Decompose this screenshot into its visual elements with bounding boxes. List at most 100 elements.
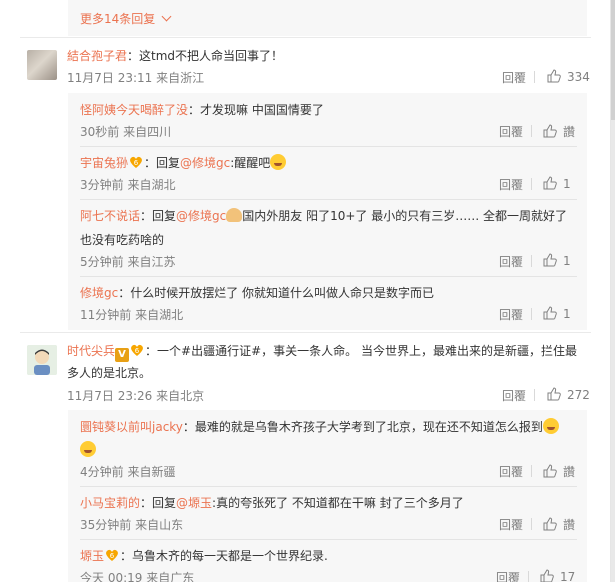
reply-button[interactable]: 回覆 — [499, 253, 523, 270]
hand-emoji-icon — [226, 208, 243, 222]
avatar[interactable] — [27, 345, 57, 375]
reply-content: 怪阿姨今天喝醉了没：才发现嘛 中国国情要了 — [80, 101, 324, 119]
mention-link[interactable]: @修境gc — [176, 209, 226, 223]
mention-link[interactable]: @修境gc — [180, 156, 230, 170]
thumbs-up-icon — [543, 464, 557, 478]
more-replies-link[interactable]: 更多14条回复 — [80, 10, 172, 27]
reply-content: 塬玉 6 ：乌鲁木齐的每一天都是一个世界纪录. — [80, 547, 328, 565]
divider — [80, 146, 577, 147]
comment-username[interactable]: 时代尖兵 — [67, 344, 115, 358]
divider — [80, 486, 577, 487]
reply-button[interactable]: 回覆 — [502, 387, 526, 404]
divider — [80, 276, 577, 277]
reply-content: 圜钝葵以前叫jacky：最难的就是乌鲁木齐孩子大学考到了北京，现在还不知道怎么报… — [80, 418, 559, 436]
reply-button[interactable]: 回覆 — [499, 463, 523, 480]
comment-content: 时代尖兵 V 6 ：一个#出疆通行证#，事关一条人命。 当今世界上，最难出来的是新疆，… — [67, 342, 577, 362]
scrollbar[interactable] — [611, 0, 615, 582]
divider — [528, 571, 529, 582]
reply-username[interactable]: 修境gc — [80, 286, 118, 300]
thumbs-up-icon — [547, 69, 561, 83]
reply-content: 阿七不说话：回复@修境gc 国内外朋友 阳了10+了 最小的只有三岁…… 全都一周… — [80, 207, 567, 225]
reply-content: 宇宙兔狲 6 ：回复@修境gc:醒醒吧 — [80, 154, 287, 172]
like-button[interactable]: 讚 — [543, 516, 575, 533]
reply-button[interactable]: 回覆 — [499, 123, 523, 140]
divider — [531, 518, 532, 530]
like-button[interactable]: 1 — [543, 253, 571, 268]
laughing-emoji-icon — [80, 441, 96, 457]
divider — [80, 199, 577, 200]
thumbs-up-icon — [543, 253, 557, 267]
divider — [534, 389, 535, 401]
scrollbar-thumb[interactable] — [611, 0, 615, 120]
reply-meta: 4分钟前 来自新疆 — [80, 465, 176, 479]
like-count: 讚 — [563, 125, 576, 139]
comment-content: 結合孢子君：这tmd不把人命当回事了！ — [67, 47, 283, 65]
comments-panel: 更多14条回复 結合孢子君：这tmd不把人命当回事了！ 11月7日 23:11 … — [0, 0, 611, 582]
reply-meta: 3分钟前 来自湖北 — [80, 178, 176, 192]
mention-link[interactable]: @塬玉 — [176, 496, 212, 510]
reply-text: :真的夸张死了 不知道都在干嘛 封了三个多月了 — [212, 496, 464, 510]
divider — [80, 539, 577, 540]
reply-text: ：才发现嘛 中国国情要了 — [188, 103, 324, 117]
comment-text-line2: 多人的是北京。 — [67, 366, 152, 380]
reply-text: ：最难的就是乌鲁木齐孩子大学考到了北京，现在还不知道怎么报到 — [182, 420, 543, 434]
reply-prefix: ：回复 — [144, 156, 181, 170]
reply-button[interactable]: 回覆 — [499, 176, 523, 193]
like-button[interactable]: 讚 — [543, 123, 575, 140]
like-count: 1 — [563, 254, 571, 268]
fan-badge-icon: 6 — [128, 155, 144, 169]
reply-text: :醒醒吧 — [230, 156, 271, 170]
divider — [531, 255, 532, 267]
like-button[interactable]: 1 — [543, 306, 571, 321]
divider — [20, 37, 591, 38]
fan-badge-icon: 6 — [104, 548, 120, 562]
reply-content: 修境gc：什么时候开放摆烂了 你就知道什么叫做人命只是数字而已 — [80, 284, 434, 302]
verified-badge-icon: V — [115, 348, 130, 362]
svg-text:6: 6 — [110, 552, 115, 560]
reply-button[interactable]: 回覆 — [502, 69, 526, 86]
like-button[interactable]: 334 — [547, 69, 590, 84]
reply-username[interactable]: 怪阿姨今天喝醉了没 — [80, 103, 188, 117]
thumbs-up-icon — [540, 569, 554, 582]
divider — [20, 332, 591, 333]
like-button[interactable]: 讚 — [543, 463, 575, 480]
divider — [531, 125, 532, 137]
like-count: 讚 — [563, 465, 576, 479]
reply-text-line2: 也没有吃药啥的 — [80, 233, 165, 247]
like-button[interactable]: 17 — [540, 569, 575, 582]
reply-button[interactable]: 回覆 — [499, 516, 523, 533]
svg-text:6: 6 — [134, 159, 139, 167]
comment-text: ：一个#出疆通行证#，事关一条人命。 当今世界上，最难出来的是新疆，拦住最 — [145, 344, 577, 358]
reply-text: 国内外朋友 阳了10+了 最小的只有三岁…… 全都一周就好了 — [242, 209, 568, 223]
reply-username[interactable]: 圜钝葵以前叫jacky — [80, 420, 183, 434]
divider — [534, 71, 535, 83]
reply-username[interactable]: 塬玉 — [80, 549, 104, 563]
comment-username[interactable]: 結合孢子君 — [67, 49, 127, 63]
like-count: 17 — [560, 570, 576, 582]
avatar[interactable] — [27, 50, 57, 80]
like-button[interactable]: 272 — [547, 387, 590, 402]
thumbs-up-icon — [543, 124, 557, 138]
reply-username[interactable]: 小马宝莉的 — [80, 496, 140, 510]
thumbs-up-icon — [543, 306, 557, 320]
reply-button[interactable]: 回覆 — [499, 306, 523, 323]
reply-emoji-line — [80, 441, 96, 459]
reply-text: ：乌鲁木齐的每一天都是一个世界纪录. — [120, 549, 328, 563]
fan-badge-icon: 6 — [129, 343, 145, 357]
reply-content: 小马宝莉的：回复@塬玉:真的夸张死了 不知道都在干嘛 封了三个多月了 — [80, 494, 464, 512]
reply-prefix: ：回复 — [140, 209, 177, 223]
reply-meta: 5分钟前 来自江苏 — [80, 255, 176, 269]
divider — [531, 308, 532, 320]
like-button[interactable]: 1 — [543, 176, 571, 191]
reply-meta: 35分钟前 来自山东 — [80, 518, 184, 532]
like-count: 334 — [567, 70, 590, 84]
reply-button[interactable]: 回覆 — [496, 569, 520, 582]
emoji-icon — [542, 418, 559, 434]
reply-meta: 今天 00:19 来自广东 — [80, 571, 195, 582]
comment-meta: 11月7日 23:11 来自浙江 — [67, 71, 205, 85]
thumbs-up-icon — [543, 176, 557, 190]
like-count: 1 — [563, 177, 571, 191]
comment-meta: 11月7日 23:26 来自北京 — [67, 389, 205, 403]
reply-username[interactable]: 阿七不说话 — [80, 209, 140, 223]
reply-username[interactable]: 宇宙兔狲 — [80, 156, 128, 170]
